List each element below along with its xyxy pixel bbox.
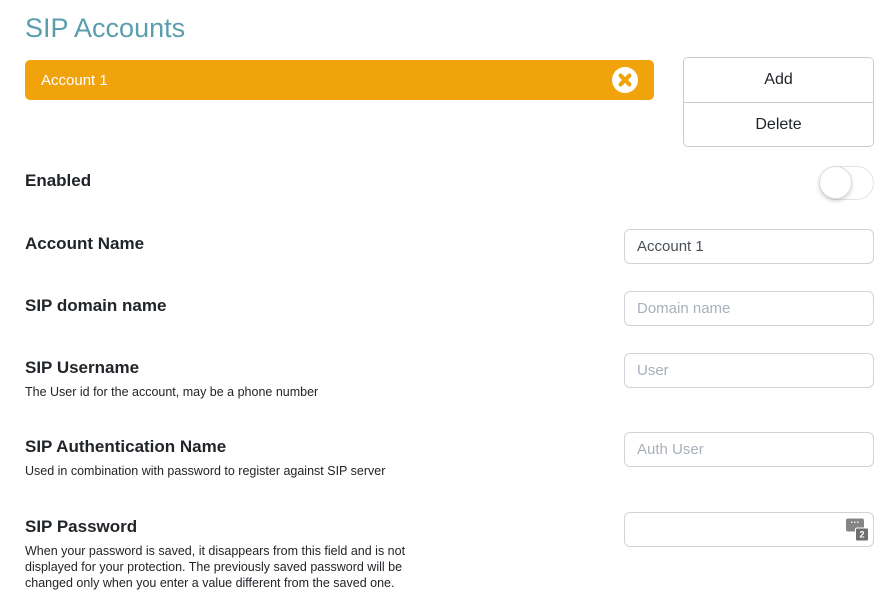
sip-password-label-block: SIP Password When your password is saved… [25,512,624,591]
enabled-row: Enabled [25,166,874,200]
sip-username-label: SIP Username [25,358,624,378]
close-icon[interactable] [612,67,638,93]
account-actions-group: Add Delete [683,57,874,147]
account-selector-row: Account 1 Add Delete [25,57,874,147]
page-title: SIP Accounts [25,12,874,44]
sip-password-input[interactable] [624,512,874,547]
sip-auth-name-control [624,432,874,467]
sip-domain-label: SIP domain name [25,296,624,316]
sip-auth-name-label-block: SIP Authentication Name Used in combinat… [25,432,624,479]
account-name-row: Account Name [25,229,874,264]
sip-auth-name-input[interactable] [624,432,874,467]
enabled-toggle[interactable] [819,166,874,200]
sip-password-label: SIP Password [25,517,624,537]
password-manager-icon[interactable]: ··· 2 [846,518,869,541]
sip-password-help: When your password is saved, it disappea… [25,543,425,591]
enabled-label-block: Enabled [25,166,624,191]
add-button[interactable]: Add [684,58,873,102]
sip-username-input[interactable] [624,353,874,388]
account-name-label-block: Account Name [25,229,624,254]
sip-auth-name-label: SIP Authentication Name [25,437,624,457]
account-name-label: Account Name [25,234,624,254]
sip-username-label-block: SIP Username The User id for the account… [25,353,624,400]
enabled-label: Enabled [25,171,624,191]
account-list-item-label: Account 1 [41,72,108,89]
sip-domain-label-block: SIP domain name [25,291,624,316]
password-count-badge: 2 [855,527,869,541]
sip-domain-input[interactable] [624,291,874,326]
sip-password-field-wrap: ··· 2 [624,512,874,547]
account-name-control [624,229,874,264]
sip-username-help: The User id for the account, may be a ph… [25,384,425,400]
sip-password-control: ··· 2 [624,512,874,547]
sip-accounts-page: SIP Accounts Account 1 Add Delete Enable… [0,0,892,591]
sip-username-row: SIP Username The User id for the account… [25,353,874,400]
sip-auth-name-row: SIP Authentication Name Used in combinat… [25,432,874,479]
toggle-knob [819,166,852,199]
sip-domain-control [624,291,874,326]
sip-auth-name-help: Used in combination with password to reg… [25,463,425,479]
delete-button[interactable]: Delete [684,102,873,146]
account-list-item-selected[interactable]: Account 1 [25,60,654,100]
account-name-input[interactable] [624,229,874,264]
sip-username-control [624,353,874,388]
enabled-control [624,166,874,200]
sip-password-row: SIP Password When your password is saved… [25,512,874,591]
sip-domain-row: SIP domain name [25,291,874,326]
